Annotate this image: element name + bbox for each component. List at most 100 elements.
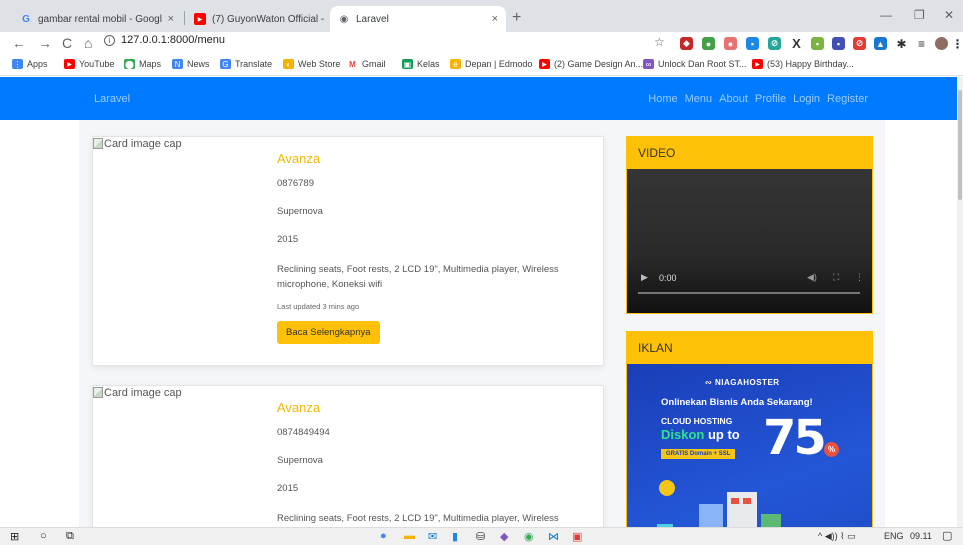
mail-icon[interactable]: ✉ bbox=[428, 530, 437, 543]
video-progress-bar[interactable] bbox=[638, 292, 860, 294]
bookmark-youtube[interactable]: ▶ YouTube bbox=[64, 59, 114, 69]
ad-tag: GRATIS Domain + SSL bbox=[661, 449, 736, 459]
file-explorer-icon[interactable]: ▬ bbox=[404, 530, 415, 542]
bookmark-translate[interactable]: G Translate bbox=[220, 59, 272, 69]
card-phone: 0876789 bbox=[277, 178, 314, 189]
bookmark-edmodo[interactable]: e Depan | Edmodo bbox=[450, 59, 532, 69]
language-indicator[interactable]: ENG bbox=[884, 531, 904, 541]
forward-icon[interactable]: → bbox=[38, 35, 52, 51]
play-icon[interactable]: ▶ bbox=[641, 272, 648, 283]
ad-big-number: 75 bbox=[763, 410, 827, 466]
site-navbar: Laravel Home Menu About Profile Login Re… bbox=[0, 77, 957, 120]
menu-icon[interactable]: ⋮ bbox=[951, 37, 963, 51]
app-icon[interactable]: ◉ bbox=[524, 530, 534, 543]
bookmark-kelas[interactable]: ▣ Kelas bbox=[402, 59, 440, 69]
scrollbar-thumb[interactable] bbox=[958, 90, 962, 200]
close-icon[interactable]: × bbox=[168, 13, 174, 25]
ad-headline: Onlinekan Bisnis Anda Sekarang! bbox=[661, 397, 813, 408]
tab-title: Laravel bbox=[356, 13, 389, 25]
bookmark-apps[interactable]: ⋮ Apps bbox=[12, 59, 48, 69]
bookmark-news[interactable]: N News bbox=[172, 59, 210, 69]
video-player[interactable]: ▶ 0:00 ◀) ⛶ ⋮ bbox=[627, 169, 872, 313]
ad-banner[interactable]: ∾ NIAGAHOSTER Onlinekan Bisnis Anda Seka… bbox=[627, 364, 872, 527]
extensions-puzzle-icon[interactable]: ✱ bbox=[895, 37, 908, 51]
tab-title: gambar rental mobil - Google Pe bbox=[38, 13, 162, 25]
vscode-icon[interactable]: ⋈ bbox=[548, 530, 559, 543]
store-icon[interactable]: ⛁ bbox=[476, 530, 485, 543]
fullscreen-icon[interactable]: ⛶ bbox=[833, 272, 839, 283]
tab-title: (7) GuyonWaton Official - Perlah bbox=[212, 13, 326, 25]
youtube-icon: ▶ bbox=[752, 59, 763, 69]
reload-icon[interactable]: C bbox=[62, 35, 72, 51]
app-icon[interactable]: ◆ bbox=[500, 530, 508, 543]
close-window-button[interactable]: ✕ bbox=[944, 8, 954, 22]
bookmark-happy-birthday[interactable]: ▶ (53) Happy Birthday... bbox=[752, 59, 854, 69]
bookmark-webstore[interactable]: ◐ Web Store bbox=[283, 59, 340, 69]
site-nav-links: Home Menu About Profile Login Register bbox=[648, 93, 868, 105]
app-icon[interactable]: ▮ bbox=[452, 530, 458, 543]
reading-list-icon[interactable]: ≡ bbox=[915, 37, 928, 51]
globe-icon: ◉ bbox=[339, 13, 349, 25]
restore-button[interactable]: ❐ bbox=[914, 8, 925, 22]
extension-icon[interactable]: ▪ bbox=[811, 37, 824, 50]
info-icon[interactable]: i bbox=[104, 34, 115, 46]
nav-profile[interactable]: Profile bbox=[755, 93, 786, 105]
site-brand[interactable]: Laravel bbox=[94, 93, 130, 105]
close-icon[interactable]: × bbox=[492, 13, 498, 25]
extension-icon[interactable]: ▪ bbox=[832, 37, 845, 50]
app-icon[interactable]: ▣ bbox=[572, 530, 582, 543]
webstore-icon: ◐ bbox=[283, 59, 294, 69]
extension-icon[interactable]: ● bbox=[702, 37, 715, 50]
nav-menu[interactable]: Menu bbox=[685, 93, 713, 105]
bookmark-game-design[interactable]: ▶ (2) Game Design An... bbox=[539, 59, 643, 69]
extension-icon[interactable]: ▲ bbox=[874, 37, 887, 50]
windows-taskbar: ⊞ ○ ⧉ ● ▬ ✉ ▮ ⛁ ◆ ◉ ⋈ ▣ ^ ◀)) ⌇ ▭ ENG 09… bbox=[0, 527, 963, 545]
nav-register[interactable]: Register bbox=[827, 93, 868, 105]
nav-home[interactable]: Home bbox=[648, 93, 677, 105]
notification-icon[interactable]: ▢ bbox=[942, 529, 952, 542]
bookmark-gmail[interactable]: M Gmail bbox=[347, 59, 386, 69]
card-year: 2015 bbox=[277, 483, 299, 494]
clock[interactable]: 09.11 bbox=[910, 531, 932, 541]
browser-tab[interactable]: ▶ (7) GuyonWaton Official - Perlah × bbox=[186, 6, 346, 32]
car-card: Card image cap Avanza 0876789 Supernova … bbox=[92, 136, 604, 366]
windows-start-icon[interactable]: ⊞ bbox=[10, 530, 19, 543]
browser-tab-strip: G gambar rental mobil - Google Pe × ▶ (7… bbox=[0, 0, 963, 32]
star-icon[interactable]: ☆ bbox=[654, 35, 665, 49]
back-icon[interactable]: ← bbox=[12, 35, 26, 51]
nav-login[interactable]: Login bbox=[793, 93, 820, 105]
card-description: Reclining seats, Foot rests, 2 LCD 19", … bbox=[277, 513, 559, 524]
edmodo-icon: e bbox=[450, 59, 461, 69]
extension-icon[interactable]: ● bbox=[724, 37, 737, 50]
home-icon[interactable]: ⌂ bbox=[84, 35, 92, 51]
read-more-button[interactable]: Baca Selengkapnya bbox=[277, 321, 380, 344]
extension-icon[interactable]: ◆ bbox=[680, 37, 693, 50]
browser-tab-active[interactable]: ◉ Laravel × bbox=[330, 6, 506, 32]
ad-subhead: CLOUD HOSTING bbox=[661, 416, 733, 426]
extension-icon[interactable]: ⊘ bbox=[768, 37, 781, 50]
avatar[interactable] bbox=[935, 37, 948, 50]
more-options-icon[interactable]: ⋮ bbox=[855, 272, 864, 283]
system-tray-icons[interactable]: ^ ◀)) ⌇ ▭ bbox=[818, 531, 856, 542]
youtube-icon: ▶ bbox=[194, 13, 206, 25]
ad-widget: IKLAN ∾ NIAGAHOSTER Onlinekan Bisnis And… bbox=[626, 331, 873, 527]
widget-title: VIDEO bbox=[638, 146, 676, 160]
search-icon[interactable]: ○ bbox=[40, 530, 47, 542]
card-image: Card image cap bbox=[93, 387, 182, 399]
new-tab-button[interactable]: + bbox=[512, 9, 521, 27]
bookmark-maps[interactable]: ⬤ Maps bbox=[124, 59, 161, 69]
card-body: Avanza 0874849494 Supernova 2015 Reclini… bbox=[277, 400, 587, 527]
extension-icon[interactable]: X bbox=[790, 36, 803, 51]
page-viewport: Laravel Home Menu About Profile Login Re… bbox=[0, 77, 957, 527]
browser-tab[interactable]: G gambar rental mobil - Google Pe × bbox=[12, 6, 182, 32]
bookmark-unlock[interactable]: ∞ Unlock Dan Root ST... bbox=[643, 59, 747, 69]
extension-icon[interactable]: ▪ bbox=[746, 37, 759, 50]
nav-about[interactable]: About bbox=[719, 93, 748, 105]
task-view-icon[interactable]: ⧉ bbox=[66, 530, 74, 543]
volume-icon[interactable]: ◀) bbox=[807, 272, 817, 283]
card-title: Avanza bbox=[277, 151, 321, 166]
minimize-button[interactable]: — bbox=[880, 8, 892, 22]
address-bar[interactable]: i 127.0.0.1:8000/menu bbox=[104, 34, 225, 46]
chrome-icon[interactable]: ● bbox=[380, 530, 387, 542]
extension-icon[interactable]: ⊘ bbox=[853, 37, 866, 50]
